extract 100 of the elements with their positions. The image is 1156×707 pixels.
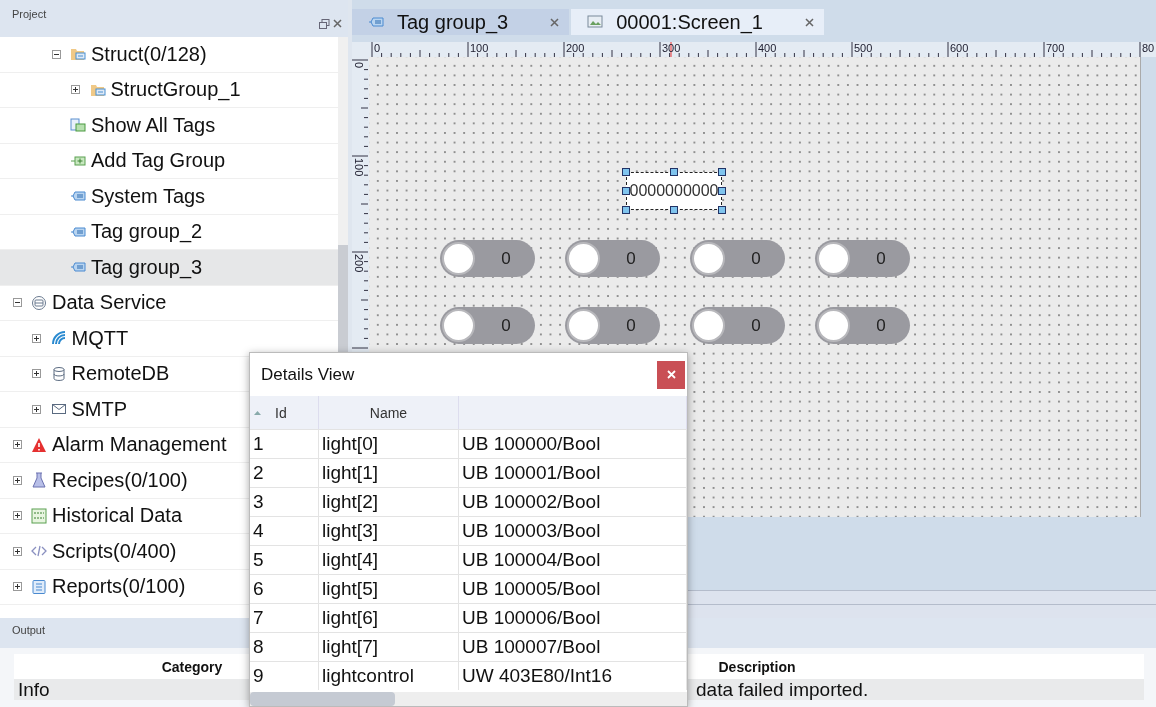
collapse-icon[interactable] (12, 298, 22, 308)
expand-icon[interactable] (32, 404, 41, 414)
expand-icon[interactable] (32, 369, 41, 379)
ruler-label: 100 (353, 158, 365, 177)
table-cell: light[0] (319, 430, 459, 458)
tags-icon (70, 117, 86, 134)
ruler-label: 400 (758, 42, 777, 54)
table-cell-text: data failed imported. (695, 679, 870, 701)
resize-handle[interactable] (622, 206, 630, 214)
table-cell: 3 (250, 488, 319, 516)
table-cell: light[7] (319, 633, 459, 661)
table-cell: light[3] (319, 517, 459, 545)
toggle-switch[interactable]: 0 (690, 307, 785, 344)
table-cell: 5 (250, 546, 319, 574)
table-cell: light[5] (319, 575, 459, 603)
restore-icon[interactable] (319, 19, 330, 29)
table-cell: 9 (250, 662, 319, 690)
ruler-label: 600 (950, 42, 969, 54)
table-cell: UB 100002/Bool (459, 488, 687, 516)
tree-item[interactable]: Show All Tags (0, 108, 338, 144)
resize-handle[interactable] (718, 206, 726, 214)
column-header: Description (717, 658, 797, 675)
resize-handle[interactable] (670, 168, 678, 176)
screen-icon (587, 14, 604, 30)
toggle-switch[interactable]: 0 (565, 307, 660, 344)
tab[interactable]: 00001:Screen_1 (571, 9, 824, 35)
close-icon[interactable] (805, 17, 814, 27)
toggle-switch[interactable]: 0 (690, 240, 785, 277)
ruler-label: 200 (566, 42, 585, 54)
ruler-label: 500 (854, 42, 873, 54)
close-icon[interactable] (550, 17, 560, 27)
table-cell: light[1] (319, 459, 459, 487)
table-cell: 1 (250, 430, 319, 458)
toggle-switch[interactable]: 0 (565, 240, 660, 277)
table-cell: 7 (250, 604, 319, 632)
table-cell: light[6] (319, 604, 459, 632)
table-cell: lightcontrol (319, 662, 459, 690)
close-icon (666, 370, 676, 379)
wifi-icon (50, 330, 67, 347)
table-cell: UB 100004/Bool (459, 546, 687, 574)
resize-handle[interactable] (718, 187, 726, 195)
tree-item[interactable]: StructGroup_1 (0, 72, 338, 108)
resize-handle[interactable] (670, 206, 678, 214)
panel-title: Project (12, 8, 48, 20)
service-icon (31, 294, 47, 311)
expand-icon[interactable] (12, 475, 22, 485)
toggle-switch[interactable]: 0 (440, 240, 535, 277)
table-cell: 2 (250, 459, 319, 487)
table-cell: UB 100000/Bool (459, 430, 687, 458)
expand-icon[interactable] (12, 511, 22, 521)
tree-item[interactable]: Add Tag Group (0, 143, 338, 179)
ruler-label: 300 (662, 42, 681, 54)
resize-handle[interactable] (622, 168, 630, 176)
table-cell: 8 (250, 633, 319, 661)
expand-icon[interactable] (12, 440, 22, 450)
tree-item[interactable]: System Tags (0, 179, 338, 215)
column-header[interactable]: Name (319, 396, 459, 429)
table-cell: UB 100005/Bool (459, 575, 687, 603)
collapse-icon[interactable] (51, 49, 61, 59)
table-cell: light[2] (319, 488, 459, 516)
toggle-switch[interactable]: 0 (815, 240, 910, 277)
report-icon (31, 578, 47, 595)
table-cell: UB 100001/Bool (459, 459, 687, 487)
horizontal-scrollbar[interactable] (250, 692, 687, 706)
tab[interactable]: Tag group_3 (352, 9, 570, 35)
text-display[interactable]: 0000000000 (626, 172, 722, 210)
close-button[interactable] (657, 360, 685, 389)
expand-icon[interactable] (12, 546, 22, 556)
binary-icon (31, 507, 47, 524)
ruler-label: 80 (1142, 42, 1155, 54)
expand-icon[interactable] (32, 333, 41, 343)
toggle-switch[interactable]: 0 (815, 307, 910, 344)
ruler-label: 200 (353, 254, 365, 273)
tree-item[interactable]: Data Service (0, 285, 338, 321)
table-cell: UB 100007/Bool (459, 633, 687, 661)
column-header[interactable]: Id (250, 396, 319, 429)
tree-item[interactable]: Tag group_3 (0, 250, 338, 286)
folder-icon (70, 46, 86, 63)
toggle-switch[interactable]: 0 (440, 307, 535, 344)
expand-icon[interactable] (71, 85, 80, 95)
tag-icon (368, 14, 384, 30)
database-icon (50, 365, 67, 382)
ruler-label: 0 (353, 62, 365, 69)
ruler-label: 700 (1046, 42, 1065, 54)
close-icon[interactable] (333, 19, 342, 28)
flask-icon (31, 472, 47, 489)
tree-item[interactable]: Struct(0/128) (0, 37, 338, 73)
table-cell-text: Info (17, 679, 51, 701)
ruler-label: 100 (470, 42, 489, 54)
expand-icon[interactable] (12, 582, 22, 592)
resize-handle[interactable] (622, 187, 630, 195)
table-cell: light[4] (319, 546, 459, 574)
resize-handle[interactable] (718, 168, 726, 176)
table-cell: UB 100006/Bool (459, 604, 687, 632)
table-cell: UW 403E80/Int16 (459, 662, 687, 690)
alarm-icon (31, 436, 47, 453)
table-cell: 4 (250, 517, 319, 545)
table-cell: UB 100003/Bool (459, 517, 687, 545)
ruler-label: 0 (374, 42, 381, 54)
column-header: Category (160, 658, 224, 675)
